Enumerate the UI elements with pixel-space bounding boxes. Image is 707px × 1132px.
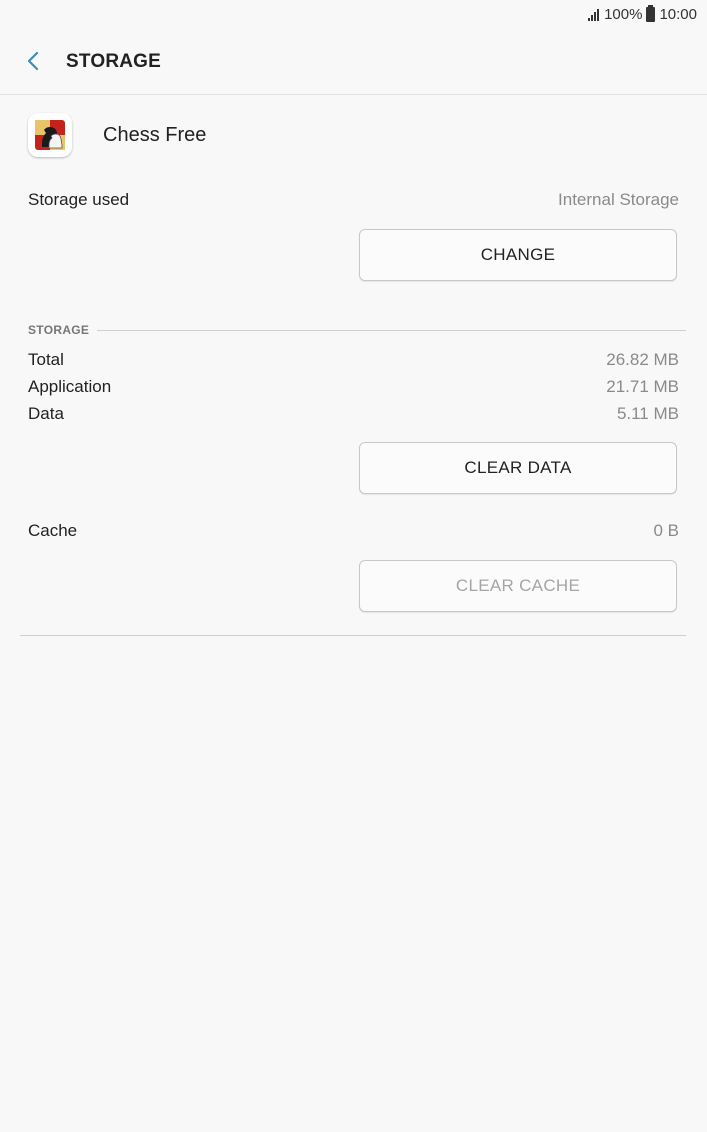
total-row: Total 26.82 MB [28, 350, 679, 370]
storage-section-header: STORAGE [28, 323, 686, 337]
clear-cache-button[interactable]: CLEAR CACHE [359, 560, 677, 612]
status-indicators: 100% 10:00 [588, 5, 697, 23]
data-row: Data 5.11 MB [28, 404, 679, 424]
chess-knight-icon [28, 113, 72, 157]
cache-value: 0 B [653, 521, 679, 540]
battery-icon [646, 5, 656, 22]
storage-used-value: Internal Storage [558, 190, 679, 209]
application-row: Application 21.71 MB [28, 377, 679, 397]
clock: 10:00 [659, 6, 697, 23]
cache-row: Cache 0 B [28, 521, 679, 541]
clear-data-button[interactable]: CLEAR DATA [359, 442, 677, 494]
application-label: Application [28, 377, 112, 396]
change-button[interactable]: CHANGE [359, 229, 677, 281]
total-value: 26.82 MB [606, 350, 679, 369]
battery-percent: 100% [604, 6, 643, 23]
back-arrow-icon [27, 51, 39, 71]
app-info: Chess Free [28, 112, 206, 158]
data-value: 5.11 MB [616, 404, 679, 423]
application-value: 21.71 MB [606, 377, 679, 396]
signal-icon [588, 8, 600, 21]
divider [20, 635, 686, 636]
cache-label: Cache [28, 521, 78, 540]
storage-used-label: Storage used [28, 190, 130, 209]
total-label: Total [28, 350, 64, 369]
status-bar: 100% 10:00 [0, 0, 707, 32]
page-title: STORAGE [66, 51, 162, 72]
app-bar: STORAGE [0, 32, 707, 95]
storage-used-row: Storage used Internal Storage [28, 190, 679, 210]
app-name: Chess Free [103, 123, 207, 146]
section-header-line [97, 329, 686, 331]
data-label: Data [28, 404, 64, 423]
section-header-label: STORAGE [28, 323, 90, 337]
back-button[interactable] [18, 46, 48, 76]
